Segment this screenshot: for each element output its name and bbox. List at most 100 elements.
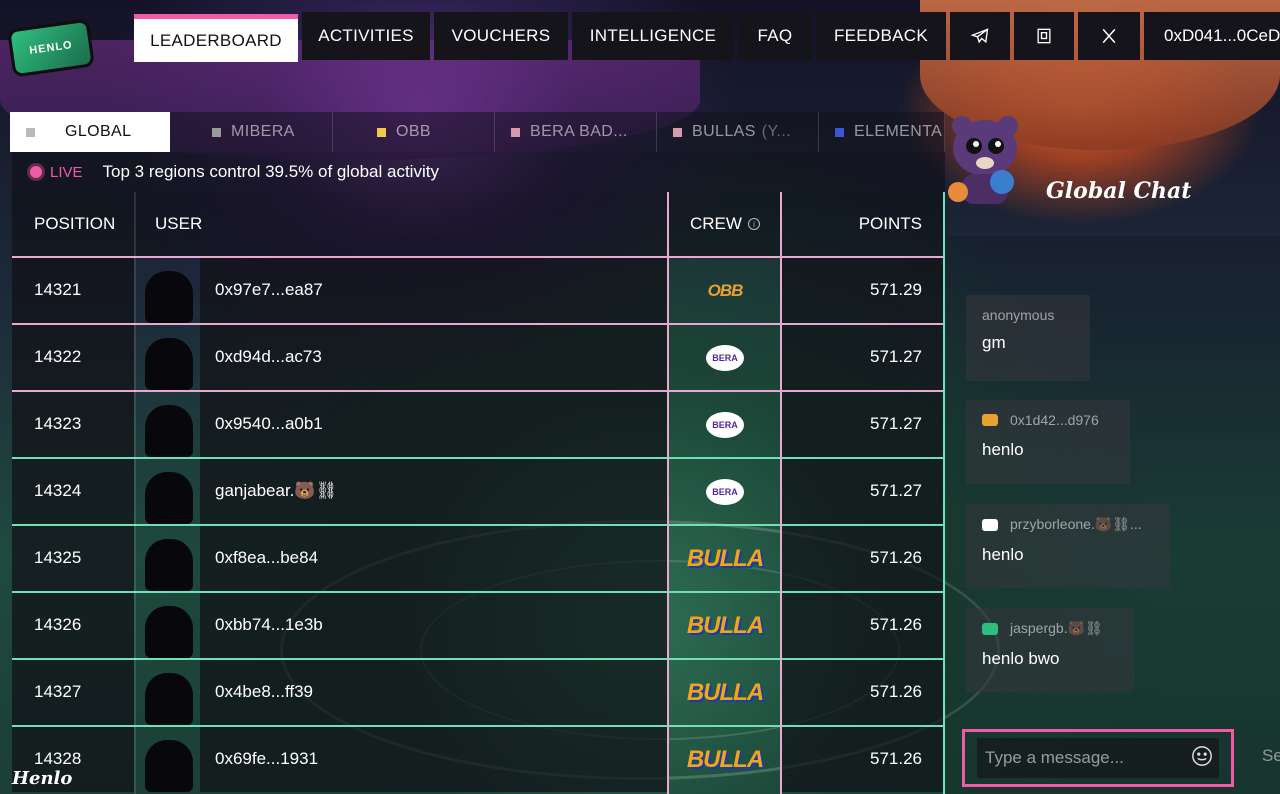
message-input[interactable]	[985, 748, 1165, 768]
table-row[interactable]: 14323 0x9540...a0b1 BERA 571.27	[12, 390, 945, 457]
tab-mibera[interactable]: MIBERA	[170, 112, 333, 152]
chat-message-author: jaspergb.🐻⛓	[1010, 620, 1103, 636]
nav-leaderboard[interactable]: LEADERBOARD	[134, 14, 298, 62]
crew-badge: BULLA	[669, 727, 781, 792]
crew-badge: BULLA	[669, 593, 781, 658]
row-position: 14328	[34, 749, 82, 768]
chat-message-text: henlo	[982, 440, 1024, 459]
row-position: 14321	[34, 280, 82, 299]
crew-badge: BULLA	[669, 526, 781, 591]
row-points: 571.26	[870, 682, 922, 701]
row-points: 571.26	[870, 749, 922, 768]
row-points: 571.27	[870, 347, 922, 366]
henlo-logo[interactable]: HENLO	[7, 18, 95, 78]
tab-label: GLOBAL	[65, 123, 132, 140]
chat-message-author: anonymous	[982, 307, 1055, 323]
chat-message-meta: jaspergb.🐻⛓	[982, 620, 1118, 637]
bera-baddies-logo-icon: BERA	[706, 411, 744, 438]
nav-activities[interactable]: ACTIVITIES	[302, 12, 430, 60]
avatar-silhouette-icon	[145, 338, 193, 390]
avatar	[136, 392, 202, 457]
chat-input-field	[977, 738, 1219, 778]
tab-label: BULLAS	[692, 123, 756, 140]
chat-message: przyborleone.🐻⛓... henlo	[966, 504, 1170, 588]
chat-message-author: przyborleone.🐻⛓...	[1010, 516, 1142, 532]
row-user[interactable]: 0x4be8...ff39	[215, 682, 313, 702]
tab-label: BERA BAD...	[530, 123, 628, 140]
crew-badge: BERA	[669, 325, 781, 390]
header-points: POINTS	[858, 214, 922, 233]
chat-message-text: henlo	[982, 545, 1024, 564]
bulla-logo-icon: BULLA	[686, 745, 764, 773]
row-user[interactable]: 0xd94d...ac73	[215, 347, 322, 367]
live-label: LIVE	[50, 163, 83, 181]
x-icon[interactable]	[1078, 12, 1140, 60]
row-points: 571.27	[870, 481, 922, 500]
crew-tabs: GLOBAL MIBERA OBB BERA BAD... BULLAS (Y.…	[10, 112, 945, 152]
table-row[interactable]: 14328 0x69fe...1931 BULLA 571.26	[12, 725, 945, 792]
row-position: 14322	[34, 347, 82, 366]
table-row[interactable]: 14325 0xf8ea...be84 BULLA 571.26	[12, 524, 945, 591]
info-icon[interactable]: i	[747, 218, 760, 230]
column-divider	[943, 192, 945, 794]
avatar	[136, 526, 202, 591]
nav-intelligence[interactable]: INTELLIGENCE	[572, 12, 734, 60]
chat-message-text: henlo bwo	[982, 649, 1060, 668]
avatar	[136, 258, 202, 323]
row-user[interactable]: 0xf8ea...be84	[215, 548, 318, 568]
table-row[interactable]: 14327 0x4be8...ff39 BULLA 571.26	[12, 658, 945, 725]
tab-color-swatch	[511, 127, 520, 137]
row-user[interactable]: ganjabear.🐻⛓	[215, 481, 337, 501]
header-crew-label: CREW	[690, 214, 742, 233]
avatar	[136, 325, 202, 390]
telegram-icon[interactable]	[950, 12, 1010, 60]
discord-icon[interactable]	[1014, 12, 1074, 60]
live-dot-icon	[30, 166, 42, 178]
nav-faq[interactable]: FAQ	[738, 12, 812, 60]
row-position: 14323	[34, 414, 82, 433]
row-user[interactable]: 0x9540...a0b1	[215, 414, 323, 434]
row-position: 14324	[34, 481, 82, 500]
bear-mascot-icon	[940, 108, 1030, 218]
tab-global[interactable]: GLOBAL	[10, 112, 170, 152]
avatar	[136, 727, 202, 792]
chat-message-meta: 0x1d42...d976	[982, 412, 1114, 428]
table-row[interactable]: 14326 0xbb74...1e3b BULLA 571.26	[12, 591, 945, 658]
top-navigation: HENLO LEADERBOARD ACTIVITIES VOUCHERS IN…	[0, 0, 1280, 78]
emoji-icon[interactable]	[1191, 745, 1213, 772]
nav-feedback[interactable]: FEEDBACK	[816, 12, 946, 60]
table-row[interactable]: 14324 ganjabear.🐻⛓ BERA 571.27	[12, 457, 945, 524]
tab-suffix: (Y...	[761, 123, 792, 140]
row-points: 571.26	[870, 615, 922, 634]
send-button[interactable]: Se	[1262, 746, 1280, 766]
avatar-silhouette-icon	[145, 271, 193, 323]
row-user[interactable]: 0x69fe...1931	[215, 749, 318, 769]
bulla-logo-icon: BULLA	[686, 611, 764, 639]
row-user[interactable]: 0xbb74...1e3b	[215, 615, 323, 635]
column-divider	[134, 192, 136, 794]
table-row[interactable]: 14321 0x97e7...ea87 OBB 571.29	[12, 256, 945, 323]
avatar-silhouette-icon	[145, 539, 193, 591]
chat-message: 0x1d42...d976 henlo	[966, 400, 1130, 484]
row-user[interactable]: 0x97e7...ea87	[215, 280, 323, 300]
tab-elementa[interactable]: ELEMENTA	[819, 112, 945, 152]
live-banner: LIVE Top 3 regions control 39.5% of glob…	[12, 152, 945, 192]
table-row[interactable]: 14322 0xd94d...ac73 BERA 571.27	[12, 323, 945, 390]
avatar-silhouette-icon	[145, 740, 193, 792]
tab-bullas[interactable]: BULLAS (Y...	[657, 112, 819, 152]
header-position: POSITION	[34, 214, 116, 233]
tab-obb[interactable]: OBB	[333, 112, 495, 152]
tab-bera-baddies[interactable]: BERA BAD...	[495, 112, 657, 152]
chat-message-author: 0x1d42...d976	[1010, 412, 1099, 428]
tab-color-swatch	[212, 127, 221, 137]
chat-message-meta: anonymous	[982, 307, 1074, 323]
chat-message-text: gm	[982, 333, 1006, 352]
leaderboard-table: POSITION USER CREW i POINTS 14321 0x97e7.…	[12, 192, 945, 794]
row-position: 14325	[34, 548, 82, 567]
chat-message: jaspergb.🐻⛓ henlo bwo	[966, 608, 1134, 692]
avatar	[136, 593, 202, 658]
crew-badge: BERA	[669, 392, 781, 457]
wallet-address-button[interactable]: 0xD041...0CeD	[1144, 12, 1280, 60]
nav-vouchers[interactable]: VOUCHERS	[434, 12, 568, 60]
header-user: USER	[155, 214, 203, 233]
